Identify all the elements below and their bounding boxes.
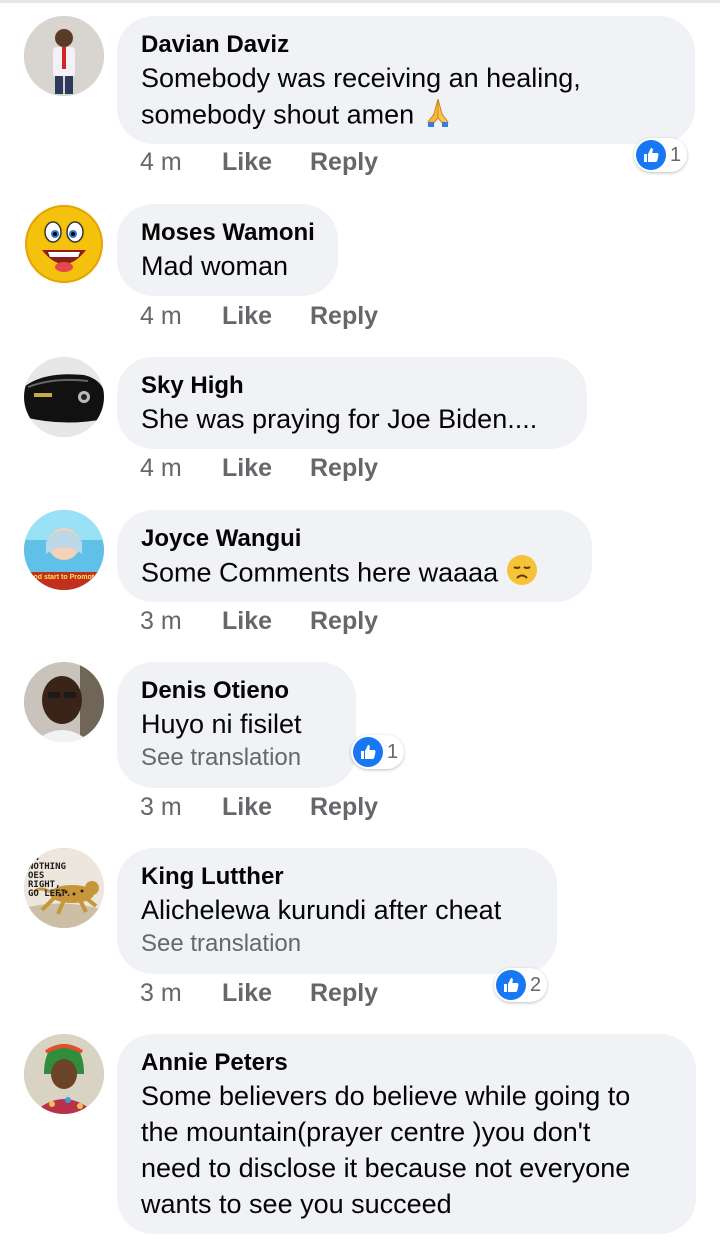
folded-hands-icon [422,96,454,137]
comment-time[interactable]: 4 m [140,454,222,483]
reaction-count: 1 [387,740,399,763]
reply-button[interactable]: Reply [310,979,378,1008]
reaction-count: 1 [670,143,682,166]
comment-actions: 3 m Like Reply [140,607,378,636]
avatar[interactable]: God start to Promote [24,510,104,590]
comment-bubble[interactable]: Annie Peters Some believers do believe w… [117,1034,696,1234]
comment-bubble[interactable]: Denis Otieno Huyo ni fisilet See transla… [117,662,356,788]
avatar[interactable] [24,204,104,284]
comment-text: wants to see you succeed [141,1189,452,1219]
reply-button[interactable]: Reply [310,793,378,822]
disappointed-face-icon [506,554,538,595]
like-button[interactable]: Like [222,607,310,636]
comment-text-line: Some Comments here waaaa [141,557,499,588]
avatar[interactable] [24,357,104,437]
reaction-badge[interactable]: 1 [634,138,688,172]
see-translation-link[interactable]: See translation [141,742,332,774]
comment-text: Mad woman [141,251,289,281]
thumbs-up-icon [353,737,383,767]
reaction-count: 2 [530,973,542,996]
comment-bubble[interactable]: Davian Daviz Somebody was receiving an h… [117,16,695,144]
man-selfie-avatar-icon [24,662,104,742]
avatar[interactable]: EN NOTHING OES RIGHT, GO LEFT. [24,848,104,928]
reply-button[interactable]: Reply [310,148,378,177]
top-divider [0,0,720,3]
reply-button[interactable]: Reply [310,454,378,483]
comment-actions: 3 m Like Reply [140,979,378,1008]
grinning-emoji-avatar-icon [24,204,104,284]
comment-text: somebody shout amen [141,96,671,137]
comment-text-line: somebody shout amen [141,99,415,130]
comment-text: Alichelewa kurundi after cheat [141,895,502,925]
comment-author[interactable]: Joyce Wangui [141,524,568,554]
man-in-shirt-avatar-icon [24,16,104,96]
like-button[interactable]: Like [222,302,310,331]
reply-button[interactable]: Reply [310,607,378,636]
like-button[interactable]: Like [222,979,310,1008]
see-translation-link[interactable]: See translation [141,928,533,960]
comment-text: Some believers do believe while going to [141,1081,631,1111]
comment-actions: 4 m Like Reply [140,454,378,483]
reply-button[interactable]: Reply [310,302,378,331]
comment-text: the mountain(prayer centre )you don't [141,1117,591,1147]
like-button[interactable]: Like [222,454,310,483]
comment-author[interactable]: Davian Daviz [141,30,671,60]
comment-actions: 4 m Like Reply [140,302,378,331]
like-button[interactable]: Like [222,148,310,177]
reaction-badge[interactable]: 1 [351,735,405,769]
comment-actions: 3 m Like Reply [140,793,378,822]
comment-text: Somebody was receiving an healing, [141,63,581,93]
comment-author[interactable]: King Lutther [141,862,533,892]
reaction-badge[interactable]: 2 [494,968,548,1002]
comment-bubble[interactable]: King Lutther Alichelewa kurundi after ch… [117,848,557,974]
comment-bubble[interactable]: Sky High She was praying for Joe Biden..… [117,357,587,449]
comment-time[interactable]: 3 m [140,793,222,822]
like-button[interactable]: Like [222,793,310,822]
comment-author[interactable]: Annie Peters [141,1048,672,1078]
avatar[interactable] [24,1034,104,1114]
thumbs-up-icon [636,140,666,170]
comment-time[interactable]: 4 m [140,302,222,331]
comment-author[interactable]: Moses Wamoni [141,218,315,248]
comment-text: She was praying for Joe Biden.... [141,404,538,434]
thumbs-up-icon [496,970,526,1000]
comment-bubble[interactable]: Moses Wamoni Mad woman [117,204,338,296]
comment-time[interactable]: 4 m [140,148,222,177]
comment-text: need to disclose it because not everyone [141,1153,631,1183]
avatar[interactable] [24,662,104,742]
avatar-caption: EN NOTHING OES RIGHT, GO LEFT. [28,853,72,899]
comment-time[interactable]: 3 m [140,607,222,636]
woman-headscarf-avatar-icon [24,1034,104,1114]
avatar-caption: God start to Promote [28,574,99,581]
car-avatar-icon [24,357,104,437]
comment-bubble[interactable]: Joyce Wangui Some Comments here waaaa [117,510,592,602]
comment-time[interactable]: 3 m [140,979,222,1008]
comment-author[interactable]: Denis Otieno [141,676,332,706]
comment-actions: 4 m Like Reply [140,148,378,177]
comment-text: Some Comments here waaaa [141,554,568,595]
comment-text: Huyo ni fisilet [141,709,302,739]
comment-author[interactable]: Sky High [141,371,563,401]
avatar[interactable] [24,16,104,96]
